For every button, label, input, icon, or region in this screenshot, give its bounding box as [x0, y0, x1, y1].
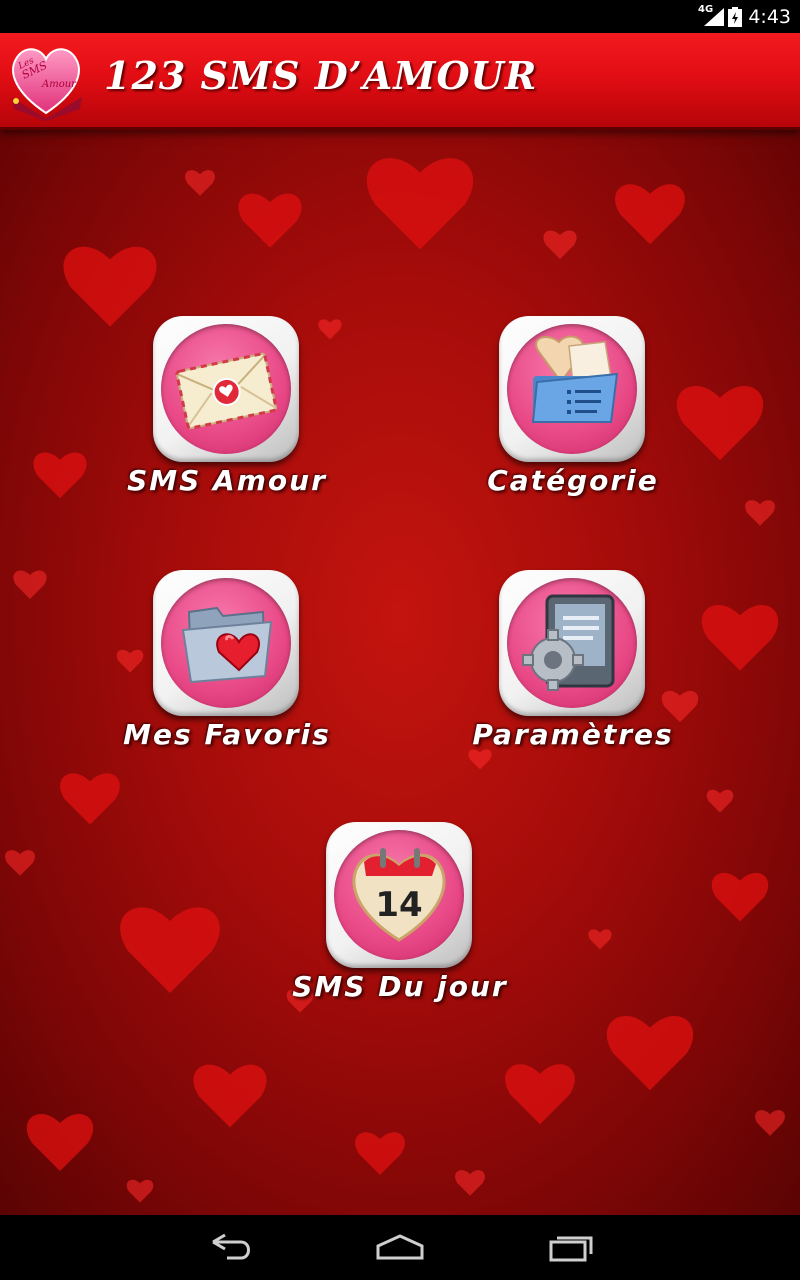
- battery-icon: [728, 7, 742, 27]
- category-folder-icon: [531, 335, 619, 423]
- calendar-day: 14: [375, 885, 422, 925]
- status-time: 4:43: [748, 6, 791, 28]
- menu-item-categorie[interactable]: Catégorie: [443, 316, 703, 516]
- menu-item-label: SMS Du jour: [292, 970, 508, 1003]
- favorites-folder-icon: [181, 606, 273, 684]
- tile-frame: [499, 570, 645, 716]
- menu-item-label: Catégorie: [487, 464, 659, 497]
- tile-frame: [153, 570, 299, 716]
- menu-item-sms-amour[interactable]: SMS Amour: [97, 316, 357, 516]
- svg-text:Amour: Amour: [41, 79, 77, 90]
- signal-icon: [704, 8, 724, 26]
- calendar-icon: 14: [352, 848, 446, 942]
- menu-item-label: SMS Amour: [127, 464, 327, 497]
- main-menu-screen: SMS Amour Catégorie Mes Favoris Paramètr…: [0, 127, 800, 1215]
- tile-frame: [499, 316, 645, 462]
- app-logo-icon[interactable]: Les SMS Amour: [6, 39, 86, 121]
- menu-item-parametres[interactable]: Paramètres: [443, 570, 703, 770]
- menu-item-mes-favoris[interactable]: Mes Favoris: [97, 570, 357, 770]
- navigation-bar: [0, 1215, 800, 1280]
- menu-item-label: Mes Favoris: [123, 718, 331, 751]
- action-bar: Les SMS Amour 123 SMS D’AMOUR: [0, 33, 800, 130]
- tile-frame: 14: [326, 822, 472, 968]
- tile-frame: [153, 316, 299, 462]
- back-icon[interactable]: [205, 1232, 255, 1262]
- menu-item-label: Paramètres: [472, 718, 674, 751]
- settings-gear-icon: [522, 594, 615, 691]
- recent-apps-icon[interactable]: [547, 1232, 597, 1262]
- menu-item-sms-du-jour[interactable]: 14 SMS Du jour: [270, 822, 530, 1022]
- love-letter-icon: [175, 352, 278, 430]
- home-icon[interactable]: [375, 1232, 425, 1262]
- status-bar: 4G 4:43: [0, 0, 800, 33]
- app-title: 123 SMS D’AMOUR: [104, 53, 538, 98]
